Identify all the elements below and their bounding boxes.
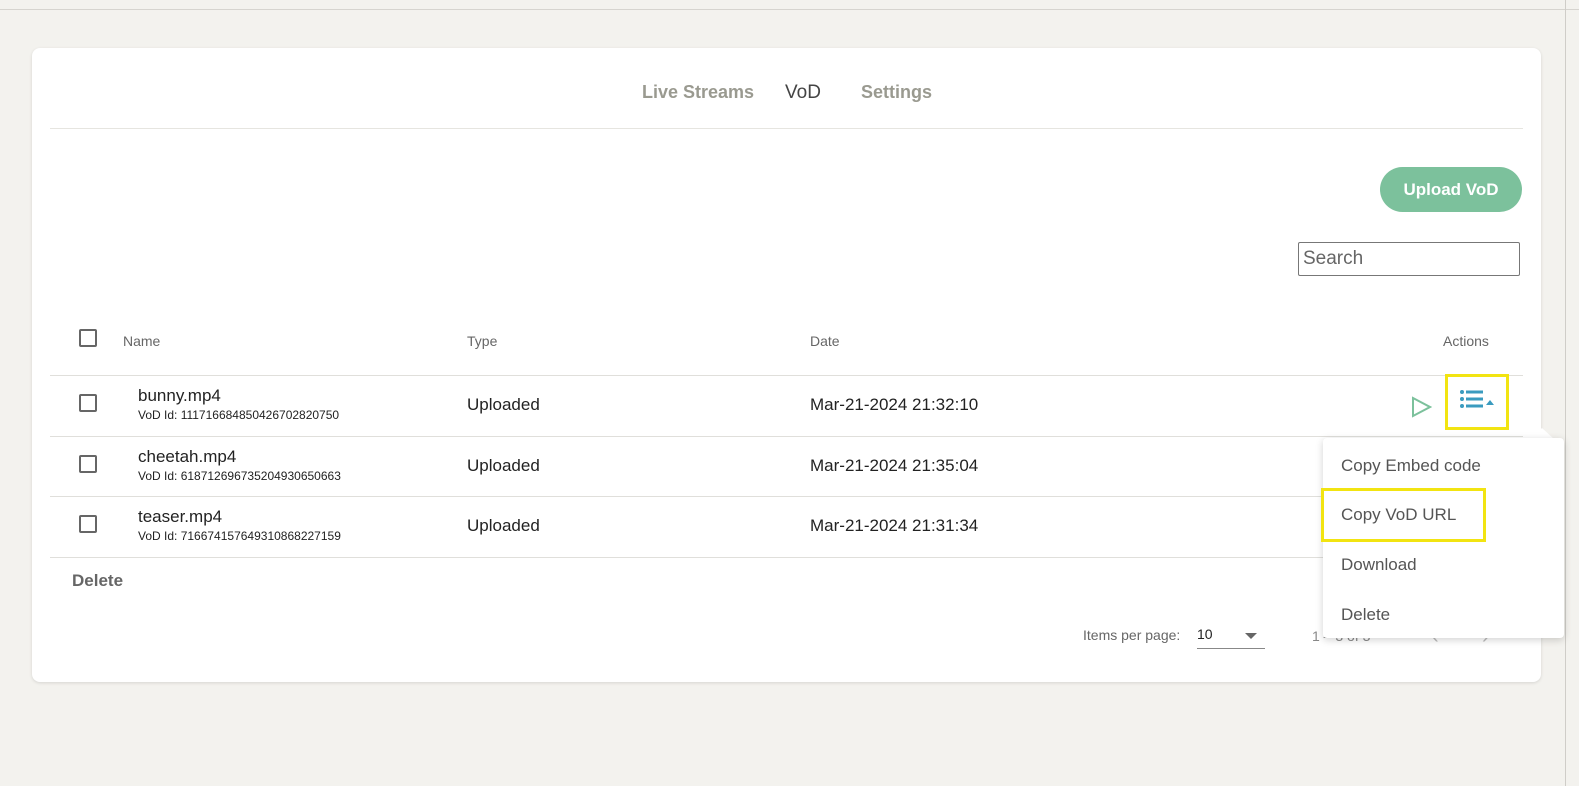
vod-name: bunny.mp4 — [138, 386, 221, 405]
vod-id: VoD Id: 618712696735204930650663 — [138, 469, 341, 483]
items-per-page-select[interactable]: 10 — [1197, 624, 1265, 649]
menu-item-download[interactable]: Download — [1341, 555, 1417, 575]
actions-menu: Copy Embed code Copy VoD URL Download De… — [1321, 438, 1564, 638]
row-checkbox[interactable] — [79, 455, 97, 473]
tab-vod[interactable]: VoD — [785, 82, 821, 104]
vod-panel: Live Streams VoD Settings Upload VoD Nam… — [32, 48, 1541, 682]
tab-live-streams[interactable]: Live Streams — [642, 82, 754, 103]
vod-name: cheetah.mp4 — [138, 447, 237, 466]
table-row: teaser.mp4 VoD Id: 716674157649310868227… — [32, 496, 1541, 556]
tab-settings[interactable]: Settings — [861, 82, 932, 103]
scrollbar[interactable] — [1565, 0, 1566, 786]
select-all-checkbox[interactable] — [79, 329, 97, 347]
column-header-name[interactable]: Name — [123, 333, 160, 349]
list-menu-icon — [1459, 388, 1495, 417]
menu-item-copy-url[interactable]: Copy VoD URL — [1341, 505, 1456, 525]
vod-type: Uploaded — [467, 395, 540, 414]
row-actions-button[interactable] — [1445, 374, 1509, 430]
vod-date: Mar-21-2024 21:31:34 — [810, 516, 979, 535]
search-input[interactable] — [1298, 242, 1520, 276]
vod-id: VoD Id: 111716684850426702820750 — [138, 408, 340, 422]
vod-id: VoD Id: 716674157649310868227159 — [138, 529, 341, 543]
tabs-divider — [50, 128, 1523, 129]
vod-date: Mar-21-2024 21:32:10 — [810, 395, 979, 414]
bulk-delete-button[interactable]: Delete — [72, 571, 123, 591]
menu-item-delete[interactable]: Delete — [1341, 605, 1390, 625]
table-row: bunny.mp4 VoD Id: 1117166848504267028207… — [32, 375, 1541, 435]
items-per-page-value: 10 — [1197, 626, 1213, 642]
upload-vod-button[interactable]: Upload VoD — [1380, 167, 1522, 212]
vod-type: Uploaded — [467, 456, 540, 475]
column-header-actions: Actions — [1443, 333, 1489, 349]
column-header-date[interactable]: Date — [810, 333, 840, 349]
vod-date: Mar-21-2024 21:35:04 — [810, 456, 979, 475]
tab-bar: Live Streams VoD Settings — [32, 48, 1541, 138]
menu-item-copy-embed[interactable]: Copy Embed code — [1341, 456, 1481, 476]
column-header-type[interactable]: Type — [467, 333, 497, 349]
vod-type: Uploaded — [467, 516, 540, 535]
row-checkbox[interactable] — [79, 515, 97, 533]
vod-name: teaser.mp4 — [138, 507, 223, 526]
row-divider — [50, 557, 1523, 558]
caret-down-icon — [1245, 633, 1257, 639]
row-checkbox[interactable] — [79, 394, 97, 412]
top-bar — [0, 0, 1579, 10]
table-row: cheetah.mp4 VoD Id: 61871269673520493065… — [32, 436, 1541, 496]
items-per-page-label: Items per page: — [1083, 627, 1181, 643]
play-icon[interactable] — [1410, 396, 1433, 418]
